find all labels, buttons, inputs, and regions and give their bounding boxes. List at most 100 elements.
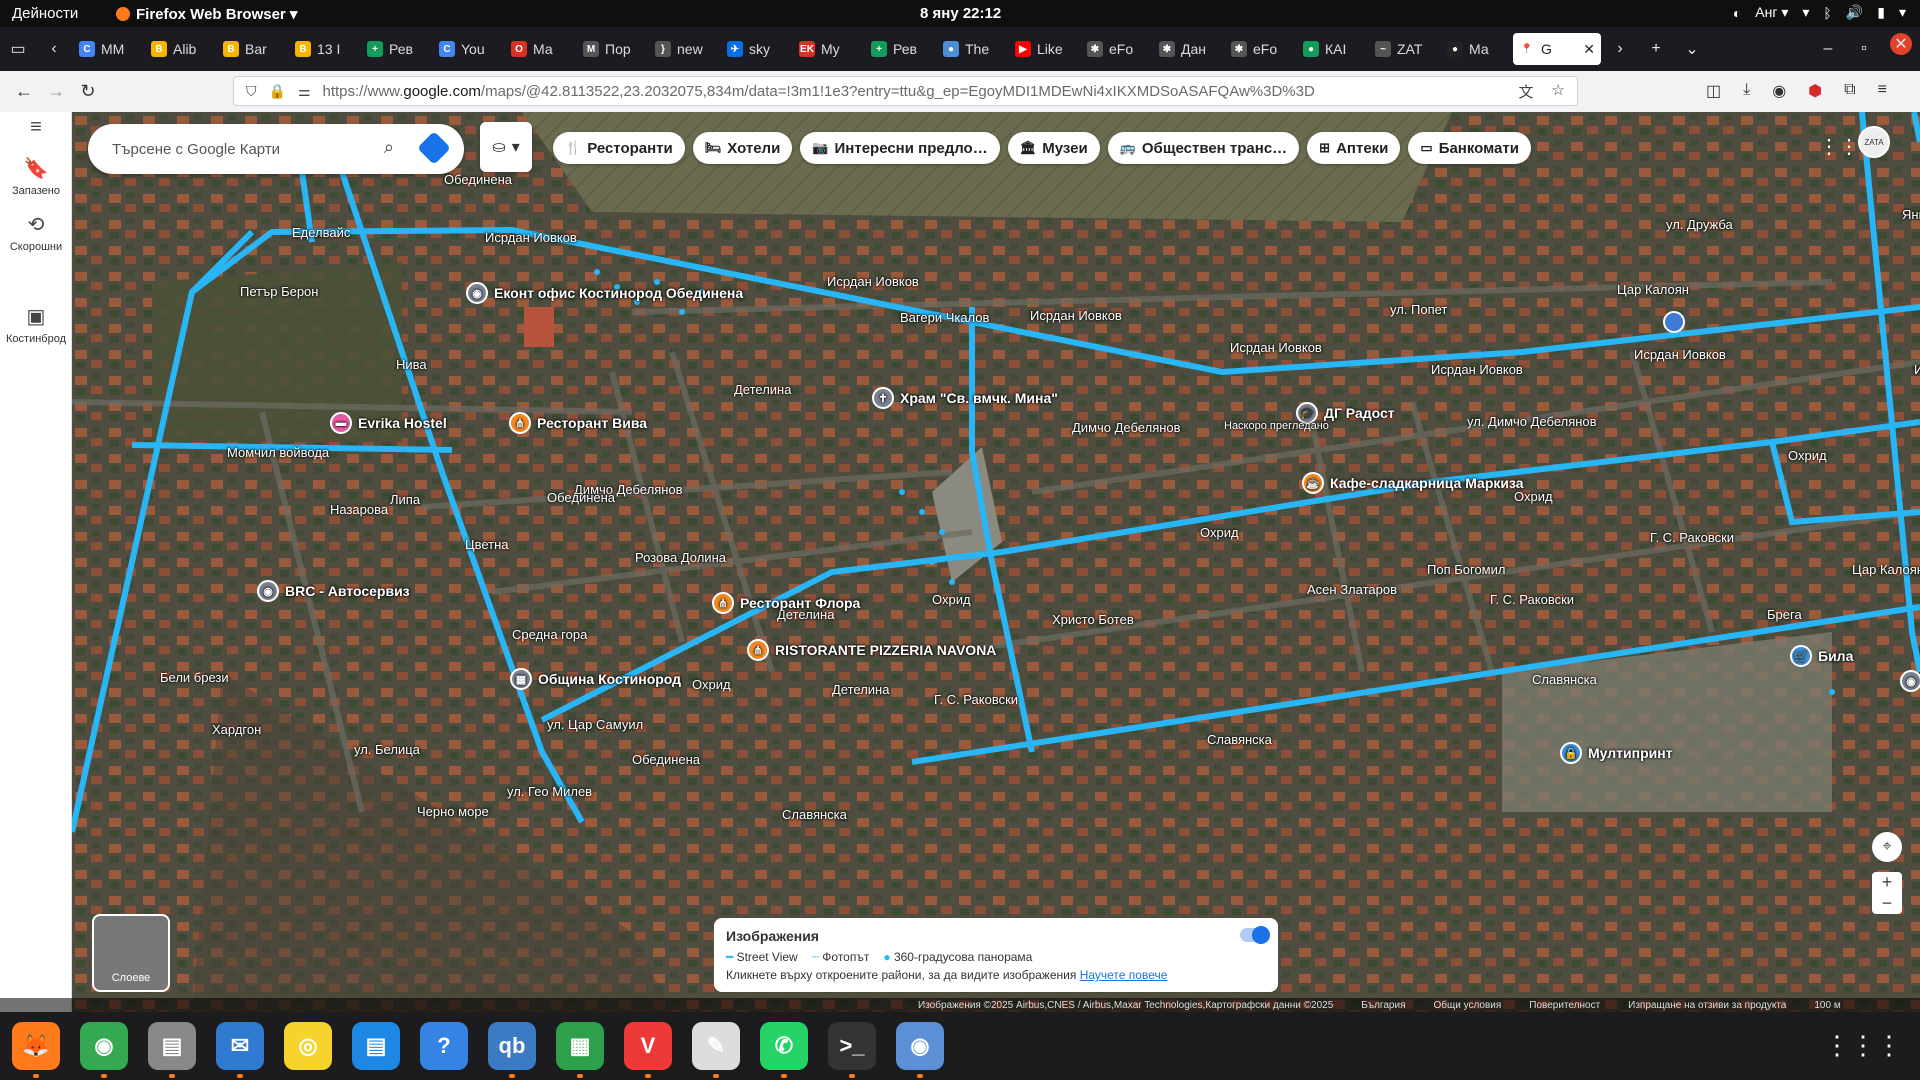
search-box[interactable]: Търсене с Google Карти ⌕ — [88, 124, 464, 174]
tab-6[interactable]: O Ма — [505, 33, 575, 65]
tab-4[interactable]: + Рев — [361, 33, 431, 65]
chip-camera[interactable]: 📷 Интересни предло… — [800, 132, 1000, 164]
tab-2[interactable]: B Bar — [217, 33, 287, 65]
poi-pin-icon[interactable]: ⋔ — [509, 412, 531, 434]
lock-icon[interactable]: 🔒 — [269, 83, 286, 100]
poi-label[interactable]: Мултипринт — [1588, 745, 1673, 761]
poi-pin-icon[interactable]: ◉ — [466, 282, 488, 304]
clock[interactable]: 8 яну 22:12 — [920, 5, 1001, 22]
poi-marker[interactable]: ▦ Община Костинород — [510, 668, 681, 690]
poi-marker[interactable]: ⋔ RISTORANTE PIZZERIA NAVONA — [747, 639, 996, 661]
poi-marker[interactable]: 🔒 Мултипринт — [1560, 742, 1673, 764]
poi-marker[interactable]: ▬ Evrika Hostel — [330, 412, 447, 434]
poi-label[interactable]: BRC - Автосервиз — [285, 583, 410, 599]
downloads-icon[interactable]: ⤓ — [1743, 81, 1750, 101]
tab-17[interactable]: ● КАІ — [1297, 33, 1367, 65]
dock-calc-icon[interactable]: ▦ — [556, 1022, 604, 1078]
poi-label[interactable]: ДГ Радост — [1324, 405, 1395, 421]
chip-pharmacy[interactable]: ⊞ Аптеки — [1307, 132, 1401, 164]
new-tab-icon[interactable]: + — [1638, 33, 1674, 65]
poi-marker[interactable]: ◉ BRC - Автосервиз — [257, 580, 410, 602]
poi-pin-icon[interactable]: ☕ — [1302, 472, 1324, 494]
tab-18[interactable]: ~ ZAT — [1369, 33, 1439, 65]
show-apps-icon[interactable]: ⋮⋮⋮ — [1824, 1030, 1902, 1061]
user-status-icon[interactable]: ◐ — [1733, 5, 1741, 21]
poi-marker[interactable]: ◉Еконт оф — [1900, 670, 1920, 692]
poi-pin-icon[interactable]: ▬ — [330, 412, 352, 434]
poi-pin-icon[interactable]: 🔒 — [1560, 742, 1582, 764]
scroll-tabs-right-icon[interactable]: › — [1602, 33, 1638, 65]
dock-writer-icon[interactable]: ▤ — [352, 1022, 400, 1070]
tab-13[interactable]: ▶ Like — [1009, 33, 1079, 65]
tab-0[interactable]: C MM — [73, 33, 143, 65]
chip-atm[interactable]: ▭ Банкомати — [1408, 132, 1531, 164]
chip-museum[interactable]: 🏛 Музеи — [1007, 132, 1100, 164]
poi-label[interactable]: Evrika Hostel — [358, 415, 447, 431]
adblock-icon[interactable]: ⬢ — [1808, 81, 1822, 101]
minimize-icon[interactable]: – — [1810, 33, 1846, 65]
layers-button[interactable]: Слоеве — [92, 914, 170, 992]
poi-pin-icon[interactable]: ⋔ — [747, 639, 769, 661]
recent-place-kostinbrod[interactable]: ▣ Костинброд — [0, 304, 72, 345]
poi-pin-icon[interactable]: ▦ — [510, 668, 532, 690]
chevron-down-icon[interactable]: ▾ — [512, 137, 520, 157]
search-input[interactable]: Търсене с Google Карти — [112, 141, 280, 158]
satellite-map[interactable] — [72, 112, 1920, 1012]
menu-icon[interactable]: ≡ — [1878, 81, 1887, 101]
dock-qbittorrent-icon[interactable]: qb — [488, 1022, 536, 1078]
activities-button[interactable]: Дейности — [12, 5, 78, 22]
zoom-out-button[interactable]: − — [1872, 893, 1902, 914]
tab-1[interactable]: B Alib — [145, 33, 215, 65]
bluetooth-icon[interactable]: ᛒ — [1823, 5, 1831, 21]
tab-8[interactable]: } new — [649, 33, 719, 65]
poi-marker[interactable]: ✝ Храм "Св. вмчк. Мина" — [872, 387, 1058, 409]
avatar[interactable]: ZATA — [1858, 126, 1890, 158]
poi-pin-icon[interactable]: ⋔ — [712, 592, 734, 614]
transit-layer-button[interactable]: ⛀ ▾ — [480, 122, 532, 172]
permissions-icon[interactable]: ⚌ — [298, 83, 311, 100]
bookmark-star-icon[interactable]: ☆ — [1552, 81, 1565, 102]
dock-screenshot-icon[interactable]: ◉ — [896, 1022, 944, 1078]
chip-fork-knife[interactable]: 🍴 Ресторанти — [553, 132, 685, 164]
poi-pin-icon[interactable]: ◉ — [1900, 670, 1920, 692]
volume-icon[interactable]: 🔊 — [1846, 4, 1863, 21]
poi-marker[interactable]: ◉ Еконт офис Костинород Обединена — [466, 282, 743, 304]
shield-icon[interactable]: ⛉ — [246, 83, 257, 100]
wifi-icon[interactable]: ▾ — [1802, 4, 1809, 21]
dock-help-icon[interactable]: ? — [420, 1022, 468, 1070]
tab-overview-icon[interactable]: ▭ — [0, 33, 36, 65]
poi-label[interactable]: RISTORANTE PIZZERIA NAVONA — [775, 642, 996, 658]
dock-vivaldi-icon[interactable]: V — [624, 1022, 672, 1078]
app-menu[interactable]: Firefox Web Browser ▾ — [116, 5, 297, 23]
poi-pin-icon[interactable]: 🛒 — [1790, 645, 1812, 667]
dock-rhythmbox-icon[interactable]: ◎ — [284, 1022, 332, 1070]
terms-link[interactable]: Общи условия — [1433, 1000, 1501, 1011]
url-bar[interactable]: ⛉ 🔒 ⚌ https://www.google.com/maps/@42.81… — [233, 76, 1578, 106]
dock-text-editor-icon[interactable]: ✎ — [692, 1022, 740, 1078]
tab-10[interactable]: EK My — [793, 33, 863, 65]
close-tab-icon[interactable]: ✕ — [1583, 41, 1595, 58]
poi-pin-icon[interactable]: ✝ — [872, 387, 894, 409]
poi-marker[interactable]: ⋔ Ресторант Вива — [509, 412, 647, 434]
google-apps-icon[interactable]: ⋮⋮ — [1819, 134, 1859, 159]
maximize-icon[interactable]: ▫ — [1846, 33, 1882, 65]
my-location-icon[interactable]: ⌖ — [1872, 832, 1902, 862]
poi-label[interactable]: Кафе-сладкарница Маркиза — [1330, 475, 1524, 491]
poi-marker[interactable]: ☕ Кафе-сладкарница Маркиза — [1302, 472, 1524, 494]
tab-9[interactable]: ✈ sky — [721, 33, 791, 65]
account-icon[interactable]: ◉ — [1772, 81, 1786, 101]
tab-19[interactable]: ● Ма — [1441, 33, 1511, 65]
poi-label[interactable]: Община Костинород — [538, 671, 681, 687]
dock-thunderbird-icon[interactable]: ✉ — [216, 1022, 264, 1078]
poi-label[interactable]: Ресторант Флора — [740, 595, 860, 611]
tab-3[interactable]: B 13 I — [289, 33, 359, 65]
home-marker[interactable] — [1663, 311, 1685, 333]
poi-label[interactable]: Еконт офис Костинород Обединена — [494, 285, 743, 301]
poi-pin-icon[interactable]: ◉ — [257, 580, 279, 602]
chip-bus[interactable]: 🚌 Обществен транс… — [1107, 132, 1300, 164]
close-window-icon[interactable]: ✕ — [1890, 33, 1912, 55]
extensions-icon[interactable]: ⧉ — [1844, 81, 1855, 101]
learn-more-link[interactable]: Научете повече — [1080, 968, 1168, 982]
dock-chrome-icon[interactable]: ◉ — [80, 1022, 128, 1078]
poi-label[interactable]: Ресторант Вива — [537, 415, 647, 431]
